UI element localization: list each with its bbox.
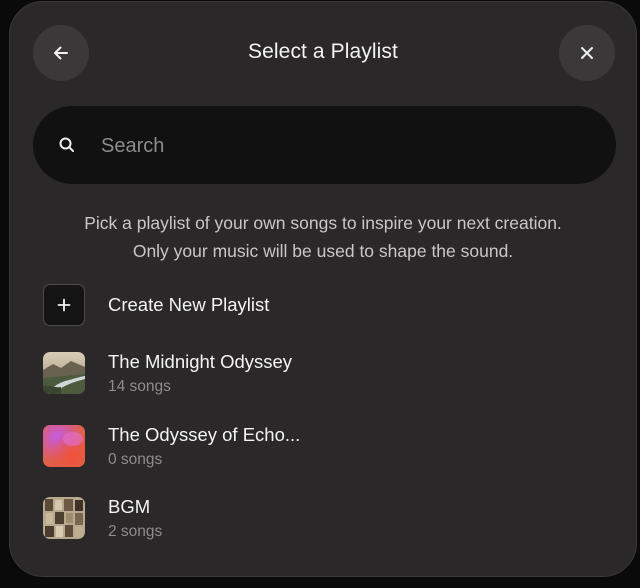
playlist-item[interactable]: The Odyssey of Echo... 0 songs: [43, 423, 603, 469]
playlist-cover-image: [43, 497, 85, 539]
search-input[interactable]: [99, 128, 593, 164]
description: Pick a playlist of your own songs to ins…: [10, 209, 636, 265]
create-new-playlist-label: Create New Playlist: [108, 294, 270, 315]
search-icon: [59, 137, 74, 152]
playlist-cover-image: [43, 352, 85, 394]
playlist-song-count: 0 songs: [108, 450, 163, 468]
playlist-cover-image: [43, 425, 85, 467]
playlist-item[interactable]: BGM 2 songs: [43, 495, 603, 541]
playlist-song-count: 2 songs: [108, 522, 163, 540]
playlist-name: BGM: [108, 495, 151, 517]
close-icon: [581, 47, 593, 59]
create-new-playlist-button[interactable]: Create New Playlist: [43, 282, 603, 328]
close-button[interactable]: [559, 25, 615, 81]
modal-title: Select a Playlist: [248, 40, 398, 63]
playlist-item[interactable]: The Midnight Odyssey 14 songs: [43, 350, 603, 396]
select-playlist-modal: Select a Playlist Pick a playlist of you…: [9, 1, 637, 577]
search-bar[interactable]: [33, 106, 616, 184]
playlist-name: The Midnight Odyssey: [108, 350, 293, 372]
plus-icon: [43, 284, 85, 326]
description-line-2: Only your music will be used to shape th…: [132, 241, 514, 261]
playlist-name: The Odyssey of Echo...: [108, 423, 301, 445]
playlist-song-count: 14 songs: [108, 377, 171, 395]
description-line-1: Pick a playlist of your own songs to ins…: [84, 213, 562, 233]
